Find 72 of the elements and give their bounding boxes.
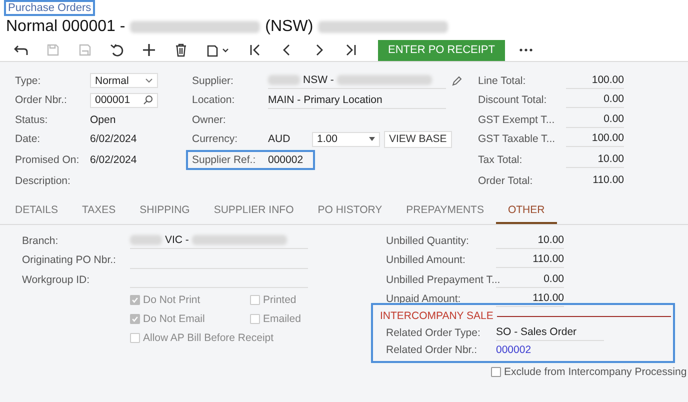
total-label: GST Taxable T... (478, 133, 556, 146)
chevron-down-icon (145, 78, 153, 84)
tab[interactable]: PO HISTORY (306, 198, 394, 224)
checkbox-label: Do Not Email (143, 312, 205, 324)
tab[interactable]: DETAILS (3, 198, 70, 224)
checkbox-label: Allow AP Bill Before Receipt (143, 332, 274, 344)
field-value: 6/02/2024 (90, 154, 137, 166)
field-label: Related Order Nbr.: (386, 344, 478, 356)
caret-icon (369, 137, 375, 142)
field-value: VIC - (165, 234, 189, 246)
field-value: Open (90, 114, 116, 126)
field-label: Workgroup ID: (22, 274, 90, 286)
field-label: Description: (15, 174, 72, 187)
total-value: 100.00 (566, 72, 624, 89)
field-label: Status: (15, 114, 49, 126)
search-icon[interactable] (143, 95, 153, 106)
pencil-icon[interactable] (452, 76, 462, 86)
field-value: SO - Sales Order (496, 326, 577, 338)
field-label: Unbilled Amount: (386, 254, 466, 266)
field-value: AUD (268, 133, 292, 146)
checkbox-label: Printed (263, 294, 296, 306)
total-value: 0.00 (566, 112, 624, 128)
field-label: Owner: (192, 114, 227, 126)
rate-dropdown[interactable]: 1.00 (312, 132, 380, 147)
field-value: NSW - (303, 74, 334, 86)
tab[interactable]: SHIPPING (128, 198, 202, 224)
supplier-ref-field: Supplier Ref.: 000002 (188, 152, 314, 168)
tab[interactable]: OTHER (496, 198, 557, 224)
field-label: Originating PO Nbr.: (22, 254, 117, 266)
checkbox-label: Exclude from Intercompany Processing (504, 366, 687, 378)
tab[interactable]: PREPAYMENTS (394, 198, 496, 224)
page-title: Normal 000001 - (6, 18, 126, 36)
checkbox[interactable] (491, 367, 501, 377)
enter-po-receipt-button[interactable]: ENTER PO RECEIPT (378, 40, 505, 60)
checkbox-label: Do Not Print (143, 294, 200, 306)
more-icon[interactable] (518, 48, 533, 52)
field-label: Branch: (22, 234, 60, 247)
tab[interactable]: TAXES (70, 198, 128, 224)
tab[interactable]: SUPPLIER INFO (202, 198, 306, 224)
field-value: 10.00 (496, 232, 564, 249)
total-value: 100.00 (566, 131, 624, 148)
field-value: MAIN - Primary Location (268, 94, 382, 106)
total-label: GST Exempt T... (478, 114, 556, 126)
field-label: Type: (15, 74, 42, 87)
type-dropdown[interactable]: Normal (90, 73, 158, 88)
total-label: Tax Total: (478, 154, 524, 166)
field-label: Date: (15, 133, 42, 146)
field-label: Unpaid Amount: (386, 293, 462, 306)
total-value: 0.00 (566, 92, 624, 108)
total-label: Discount Total: (478, 94, 548, 106)
total-value: 110.00 (592, 173, 624, 188)
field-label: Related Order Type: (386, 326, 482, 338)
total-value: 10.00 (566, 152, 624, 168)
field-label: Order Nbr.: (15, 94, 68, 106)
page-title: (NSW) (265, 18, 314, 36)
blurred-text (268, 75, 300, 86)
field-label: Supplier: (192, 74, 234, 87)
field-value: 110.00 (496, 252, 564, 268)
field-label: Unbilled Quantity: (386, 234, 470, 247)
field-value: 6/02/2024 (90, 133, 137, 146)
total-label: Order Total: (478, 174, 534, 187)
order-link[interactable]: 000002 (496, 344, 532, 356)
section-title: INTERCOMPANY SALE (380, 310, 494, 322)
order-number-field[interactable]: 000001 (90, 92, 158, 108)
field-label: Location: (192, 94, 236, 106)
view-base-button[interactable]: VIEW BASE (384, 130, 452, 148)
field-label: Promised On: (15, 154, 80, 166)
breadcrumb-link[interactable]: Purchase Orders (6, 2, 94, 14)
field-label: Currency: (192, 133, 239, 146)
total-label: Line Total: (478, 74, 527, 87)
blurred-text (130, 235, 162, 246)
checkbox-label: Emailed (263, 312, 301, 324)
